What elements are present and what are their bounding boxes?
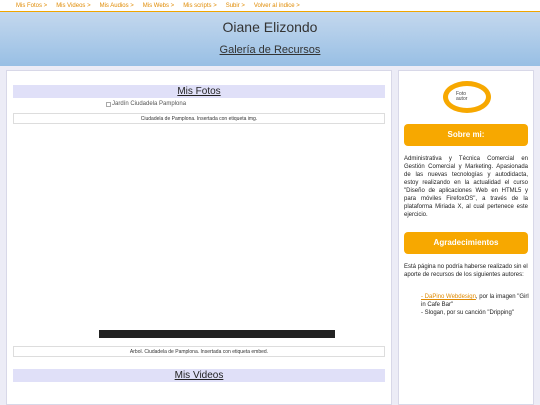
sidebar: Foto autor Sobre mi: Administrativa y Té… bbox=[398, 70, 534, 405]
credit-item: - DaPino Webdesign, por la imagen "Girl … bbox=[421, 293, 531, 309]
nav-mis-audios[interactable]: Mis Audios > bbox=[100, 3, 134, 9]
broken-image: Jardín Ciudadela Pamplona bbox=[106, 101, 186, 107]
thanks-heading: Agradecimientos bbox=[404, 232, 528, 254]
embed-area bbox=[7, 124, 391, 346]
videos-heading-label: Mis Videos bbox=[174, 370, 224, 381]
nav-mis-videos[interactable]: Mis Videos > bbox=[56, 3, 90, 9]
image-alt-text: Jardín Ciudadela Pamplona bbox=[112, 101, 187, 107]
nav-mis-webs[interactable]: Mis Webs > bbox=[143, 3, 174, 9]
videos-heading[interactable]: Mis Videos bbox=[13, 369, 385, 382]
site-header: Oiane Elizondo Galería de Recursos bbox=[0, 12, 540, 66]
fotos-heading[interactable]: Mis Fotos bbox=[13, 85, 385, 98]
broken-image-icon bbox=[106, 101, 111, 107]
author-avatar: Foto autor bbox=[443, 81, 491, 113]
nav-subir[interactable]: Subir > bbox=[226, 3, 245, 9]
top-nav: Mis Fotos > Mis Videos > Mis Audios > Mi… bbox=[0, 0, 540, 12]
avatar-alt-text: Foto autor bbox=[456, 91, 468, 102]
site-subtitle-link[interactable]: Galería de Recursos bbox=[220, 44, 321, 56]
about-text: Administrativa y Técnica Comercial en Ge… bbox=[404, 156, 528, 218]
thanks-text: Está página no podría haberse realizado … bbox=[404, 264, 528, 278]
credit-link-dapino[interactable]: - DaPino Webdesign bbox=[421, 294, 476, 300]
credits-list: - DaPino Webdesign, por la imagen "Girl … bbox=[421, 293, 531, 317]
image-caption: Ciudadela de Pamplona. Insertada con eti… bbox=[13, 113, 385, 124]
nav-mis-fotos[interactable]: Mis Fotos > bbox=[16, 3, 47, 9]
about-heading: Sobre mi: bbox=[404, 124, 528, 146]
credit-item: - Slogan, por su canción "Dripping" bbox=[421, 310, 514, 316]
video-player[interactable] bbox=[99, 330, 335, 338]
main-content: Mis Fotos Jardín Ciudadela Pamplona Ciud… bbox=[6, 70, 392, 405]
embed-caption: Arbol. Ciudadela de Pamplona. Insertada … bbox=[13, 346, 385, 357]
photo-image: Jardín Ciudadela Pamplona bbox=[7, 100, 391, 113]
nav-mis-scripts[interactable]: Mis scripts > bbox=[183, 3, 217, 9]
nav-volver-indice[interactable]: Volver al índice > bbox=[254, 3, 300, 9]
site-title: Oiane Elizondo bbox=[222, 19, 318, 35]
fotos-heading-label: Mis Fotos bbox=[177, 86, 221, 97]
